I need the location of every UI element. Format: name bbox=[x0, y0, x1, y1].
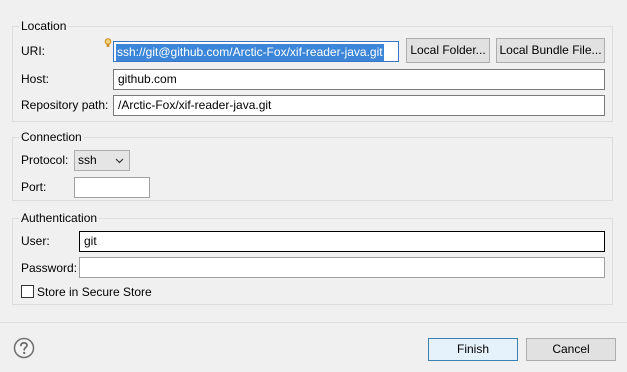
password-input[interactable] bbox=[79, 257, 605, 278]
port-input[interactable] bbox=[74, 177, 150, 198]
protocol-select-value: ssh bbox=[78, 153, 97, 167]
protocol-select[interactable]: ssh bbox=[74, 150, 130, 171]
user-input[interactable]: git bbox=[79, 231, 605, 252]
chevron-down-icon bbox=[115, 158, 124, 164]
local-folder-button[interactable]: Local Folder... bbox=[406, 38, 490, 63]
host-label: Host: bbox=[21, 72, 50, 86]
secure-store-checkbox[interactable] bbox=[21, 285, 34, 298]
uri-input-value: ssh://git@github.com/Arctic-Fox/xif-read… bbox=[116, 44, 384, 61]
repository-path-label: Repository path: bbox=[21, 98, 109, 112]
finish-button[interactable]: Finish bbox=[428, 338, 518, 361]
authentication-legend: Authentication bbox=[19, 210, 100, 226]
lightbulb-icon bbox=[104, 38, 112, 47]
connection-legend: Connection bbox=[19, 129, 84, 145]
port-label: Port: bbox=[21, 180, 47, 194]
secure-store-label: Store in Secure Store bbox=[37, 285, 152, 299]
repository-path-input[interactable]: /Arctic-Fox/xif-reader-java.git bbox=[113, 95, 605, 116]
local-bundle-file-button[interactable]: Local Bundle File... bbox=[496, 38, 605, 63]
protocol-label: Protocol: bbox=[21, 153, 69, 167]
help-icon[interactable] bbox=[13, 337, 35, 359]
host-input[interactable]: github.com bbox=[113, 69, 605, 90]
password-label: Password: bbox=[21, 261, 78, 275]
cancel-button[interactable]: Cancel bbox=[526, 338, 616, 361]
uri-label: URI: bbox=[21, 44, 45, 58]
user-label: User: bbox=[21, 234, 50, 248]
uri-input[interactable]: ssh://git@github.com/Arctic-Fox/xif-read… bbox=[113, 41, 399, 62]
footer-separator bbox=[0, 322, 627, 323]
location-legend: Location bbox=[19, 18, 69, 34]
